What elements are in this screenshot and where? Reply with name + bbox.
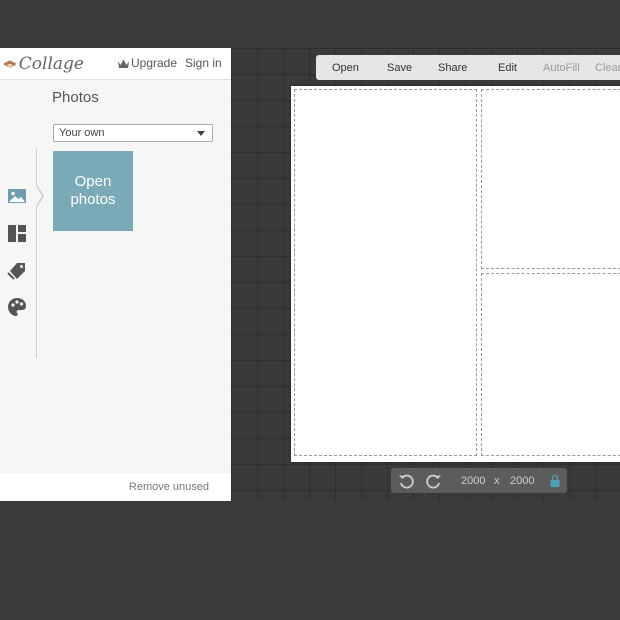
canvas-height-value[interactable]: 2000 <box>510 475 534 487</box>
sidebar-divider <box>36 148 37 358</box>
left-footer: Remove unused <box>0 473 231 501</box>
edit-button[interactable]: Edit <box>498 62 517 74</box>
lock-icon[interactable] <box>548 474 562 488</box>
panel-title: Photos <box>52 89 99 106</box>
upgrade-link[interactable]: Upgrade <box>118 56 177 70</box>
palette-icon[interactable] <box>6 296 28 318</box>
upgrade-label: Upgrade <box>131 56 178 70</box>
workspace: Open Save Share Edit AutoFill Clear 2000… <box>231 48 620 501</box>
logo-text: Collage <box>18 54 84 74</box>
active-tab-caret <box>35 183 44 209</box>
open-photos-label: Open photos <box>70 173 116 208</box>
open-photos-button[interactable]: Open photos <box>53 151 133 231</box>
collage-canvas[interactable] <box>291 86 620 462</box>
crown-icon <box>118 59 129 68</box>
photo-source-value: Your own <box>59 127 105 139</box>
collage-cell-left[interactable] <box>294 89 477 456</box>
monkey-logo-icon <box>4 60 16 68</box>
signin-link[interactable]: Sign in <box>185 56 222 70</box>
photo-source-select[interactable]: Your own <box>53 124 213 142</box>
collage-cell-top-right[interactable] <box>481 89 620 269</box>
open-button[interactable]: Open <box>332 62 359 74</box>
autofill-button[interactable]: AutoFill <box>543 62 580 74</box>
undo-icon[interactable] <box>397 472 415 490</box>
clear-button[interactable]: Clear <box>595 62 620 74</box>
size-separator: x <box>494 475 500 487</box>
layout-icon[interactable] <box>6 222 28 244</box>
tags-icon[interactable] <box>6 259 28 281</box>
collage-cell-bottom-right[interactable] <box>481 273 620 456</box>
sidebar-icons <box>0 79 37 419</box>
remove-unused-link[interactable]: Remove unused <box>129 481 209 493</box>
collage-app: Collage Upgrade Sign in Photos Your own … <box>0 48 620 501</box>
chevron-down-icon <box>197 131 205 136</box>
toolbar: Open Save Share Edit AutoFill Clear <box>316 55 620 80</box>
canvas-size-bar: 2000 x 2000 <box>391 468 567 493</box>
left-panel: Collage Upgrade Sign in Photos Your own … <box>0 48 231 501</box>
canvas-width-value[interactable]: 2000 <box>461 475 485 487</box>
logo[interactable]: Collage <box>4 53 84 75</box>
redo-icon[interactable] <box>425 472 443 490</box>
share-button[interactable]: Share <box>438 62 467 74</box>
save-button[interactable]: Save <box>387 62 412 74</box>
header: Collage Upgrade Sign in <box>0 48 231 80</box>
photos-icon[interactable] <box>6 185 28 207</box>
